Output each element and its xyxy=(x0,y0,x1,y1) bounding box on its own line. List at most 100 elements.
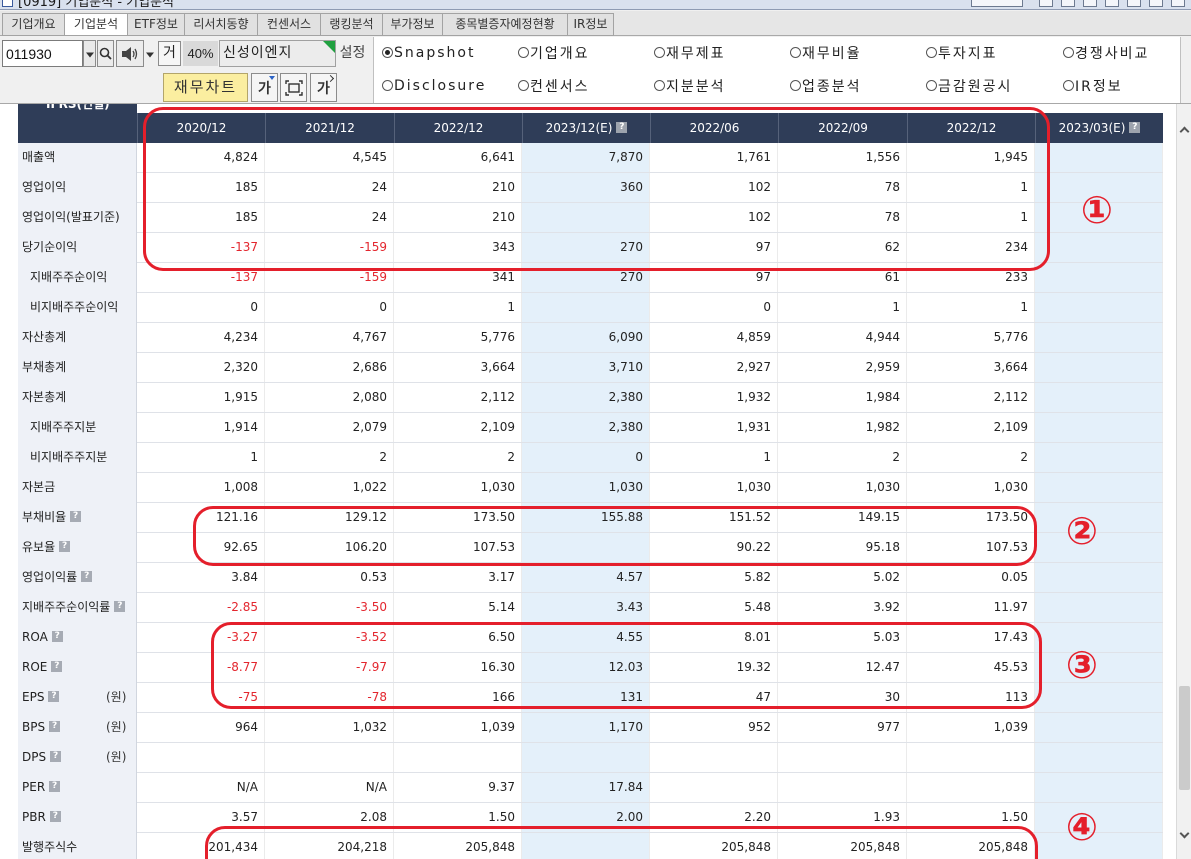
value-cell: 24 xyxy=(265,203,394,232)
title-bar: [0919] 기업분석 - 기업분석 xyxy=(0,0,1191,10)
help-icon[interactable] xyxy=(114,601,126,612)
scroll-thumb[interactable] xyxy=(1179,686,1190,790)
financial-chart-button[interactable]: 재무차트 xyxy=(163,73,248,102)
help-icon[interactable] xyxy=(48,691,60,702)
value-cell: 5.14 xyxy=(394,593,522,622)
column-header-label: 2022/12 xyxy=(946,121,997,135)
minimize-icon[interactable] xyxy=(1127,0,1141,7)
column-header-label: 2021/12 xyxy=(305,121,355,135)
scroll-up-icon[interactable] xyxy=(1179,126,1190,137)
chevron-down-icon xyxy=(145,52,154,57)
stock-code-dropdown-button[interactable] xyxy=(83,40,96,67)
help-icon[interactable] xyxy=(81,571,93,582)
value-cell: 1,170 xyxy=(522,713,650,742)
font-toggle-button[interactable]: 가 xyxy=(310,73,337,102)
radio-financial-statements[interactable]: 재무제표 xyxy=(654,44,726,62)
help-icon[interactable] xyxy=(51,661,63,672)
radio-investment-indicators[interactable]: 투자지표 xyxy=(926,44,998,62)
link-icon[interactable] xyxy=(1083,0,1097,7)
help-icon[interactable] xyxy=(1105,0,1119,7)
radio-fss-disclosure[interactable]: 금감원공시 xyxy=(926,77,1012,95)
help-icon[interactable] xyxy=(1129,121,1141,133)
value-cell: 205,848 xyxy=(394,833,522,859)
value-cell: 45.53 xyxy=(907,653,1035,682)
help-icon[interactable] xyxy=(59,541,71,552)
value-cell: 2,112 xyxy=(907,383,1035,412)
fullscreen-button[interactable] xyxy=(280,73,307,102)
help-icon[interactable] xyxy=(49,811,61,822)
radio-circle-icon[interactable] xyxy=(790,80,801,91)
settings-button[interactable]: 설정 xyxy=(337,41,368,66)
help-icon[interactable] xyxy=(616,121,628,133)
font-size-button[interactable]: 가 xyxy=(251,73,278,102)
vertical-scrollbar[interactable] xyxy=(1176,104,1191,859)
annotation-label-3: ③ xyxy=(1065,643,1099,687)
value-cell: 17.43 xyxy=(907,623,1035,652)
maximize-icon[interactable] xyxy=(1149,0,1163,7)
radio-circle-icon[interactable] xyxy=(518,47,529,58)
pin-icon[interactable] xyxy=(1039,0,1053,7)
search-button[interactable] xyxy=(97,40,114,67)
radio-circle-icon[interactable] xyxy=(382,80,393,91)
help-icon[interactable] xyxy=(49,721,61,732)
radio-circle-icon[interactable] xyxy=(926,80,937,91)
value-cell: 47 xyxy=(650,683,778,712)
tab-ir-info[interactable]: IR정보 xyxy=(567,13,614,36)
radio-circle-icon[interactable] xyxy=(1063,47,1074,58)
value-cell: 2,109 xyxy=(394,413,522,442)
company-name-field[interactable]: 신성이엔지 xyxy=(219,40,336,67)
quote-button[interactable]: 거 xyxy=(158,41,181,66)
radio-snapshot[interactable]: Snapshot xyxy=(382,44,475,61)
radio-circle-icon[interactable] xyxy=(654,47,665,58)
value-cell: 102 xyxy=(650,173,778,202)
radio-circle-icon[interactable] xyxy=(382,47,393,58)
radio-ownership-analysis[interactable]: 지분분석 xyxy=(654,77,726,95)
help-icon[interactable] xyxy=(49,781,61,792)
help-icon[interactable] xyxy=(50,751,62,762)
help-icon[interactable] xyxy=(70,511,82,522)
window-menu-button[interactable] xyxy=(971,0,1023,7)
value-cell xyxy=(522,833,650,859)
value-cell: 1,761 xyxy=(650,143,778,172)
value-cell: 2,380 xyxy=(522,413,650,442)
radio-circle-icon[interactable] xyxy=(518,80,529,91)
annotation-label-1: ① xyxy=(1080,188,1114,232)
value-cell: 5.03 xyxy=(778,623,907,652)
radio-company-overview[interactable]: 기업개요 xyxy=(518,44,590,62)
value-cell: 107.53 xyxy=(907,533,1035,562)
radio-disclosure[interactable]: Disclosure xyxy=(382,77,486,94)
radio-peer-comparison[interactable]: 경쟁사비교 xyxy=(1063,44,1149,62)
radio-circle-icon[interactable] xyxy=(654,80,665,91)
help-icon[interactable] xyxy=(51,631,63,642)
tab-consensus[interactable]: 컨센서스 xyxy=(257,13,320,36)
tab-additional-info[interactable]: 부가정보 xyxy=(382,13,442,36)
tab-ranking-analysis[interactable]: 랭킹분석 xyxy=(320,13,382,36)
layout-icon[interactable] xyxy=(1061,0,1075,7)
radio-circle-icon[interactable] xyxy=(1063,80,1074,91)
row-label: 영업이익(발표기준) xyxy=(22,210,120,224)
tab-etf-info[interactable]: ETF정보 xyxy=(127,13,184,36)
tab-capital-increase-schedule[interactable]: 종목별증자예정현황 xyxy=(442,13,567,36)
radio-circle-icon[interactable] xyxy=(790,47,801,58)
tab-company-overview[interactable]: 기업개요 xyxy=(2,13,64,36)
value-cell: 107.53 xyxy=(394,533,522,562)
speaker-button[interactable] xyxy=(116,40,144,67)
radio-circle-icon[interactable] xyxy=(926,47,937,58)
radio-financial-ratios[interactable]: 재무비율 xyxy=(790,44,862,62)
value-cell: 78 xyxy=(778,173,907,202)
stock-code-input[interactable] xyxy=(2,40,83,67)
radio-industry-analysis[interactable]: 업종분석 xyxy=(790,77,862,95)
speaker-icon xyxy=(122,46,138,61)
value-cell xyxy=(1035,803,1163,832)
tab-bar: 기업개요 기업분석 ETF정보 리서치동향 컨센서스 랭킹분석 부가정보 종목별증자예정현황 I… xyxy=(0,11,1191,36)
speaker-dropdown-button[interactable] xyxy=(145,40,154,67)
radio-consensus[interactable]: 컨센서스 xyxy=(518,77,590,95)
value-cell: 343 xyxy=(394,233,522,262)
radio-ir-info[interactable]: IR정보 xyxy=(1063,77,1123,95)
financial-table-area[interactable]: IFRS(연결) 2020/12 2021/12 2022/12 2023/12(E)… xyxy=(0,104,1176,859)
value-cell: -159 xyxy=(265,263,394,292)
tab-research-trends[interactable]: 리서치동향 xyxy=(184,13,257,36)
scroll-down-icon[interactable] xyxy=(1179,828,1190,839)
tab-company-analysis[interactable]: 기업분석 xyxy=(64,13,127,36)
close-icon[interactable] xyxy=(1171,0,1185,7)
